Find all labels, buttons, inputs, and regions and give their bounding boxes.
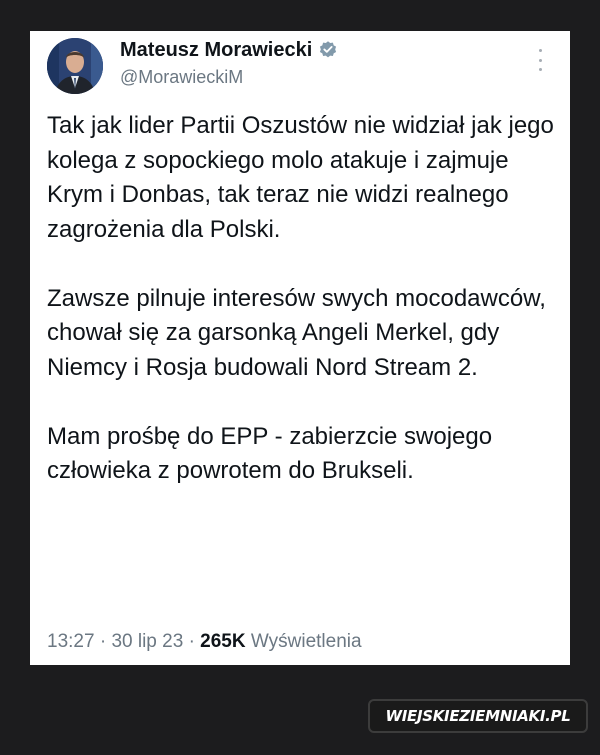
author-handle[interactable]: @MorawieckiM: [120, 65, 243, 89]
person-avatar-icon: [47, 38, 103, 94]
tweet-date[interactable]: 30 lip 23: [111, 631, 183, 652]
watermark-text: WIEJSKIEZIEMNIAKI.PL: [385, 707, 571, 725]
tweet-text: Tak jak lider Partii Oszustów nie widzia…: [47, 109, 562, 489]
more-options-icon[interactable]: [530, 49, 550, 71]
watermark-logo: WIEJSKIEZIEMNIAKI.PL: [368, 699, 588, 733]
tweet-time[interactable]: 13:27: [47, 631, 95, 652]
views-count: 265K: [200, 631, 246, 652]
views-label: Wyświetlenia: [250, 631, 362, 652]
avatar[interactable]: [47, 38, 103, 94]
tweet-card: Mateusz Morawiecki @MorawieckiM Tak jak …: [30, 31, 570, 665]
tweet-paragraph-3: Mam prośbę do EPP - zabierzcie swojego c…: [47, 422, 493, 485]
separator: ·: [188, 631, 195, 652]
tweet-paragraph-1: Tak jak lider Partii Oszustów nie widzia…: [47, 112, 554, 243]
verified-badge-icon: [320, 41, 337, 58]
tweet-paragraph-2: Zawsze pilnuje interesów swych mocodawcó…: [47, 284, 546, 381]
author-name[interactable]: Mateusz Morawiecki: [120, 37, 338, 63]
author-name-text[interactable]: Mateusz Morawiecki: [120, 37, 312, 63]
separator: ·: [99, 631, 107, 652]
tweet-metadata: 13:27 · 30 lip 23 · 265K Wyświetlenia: [47, 629, 362, 655]
